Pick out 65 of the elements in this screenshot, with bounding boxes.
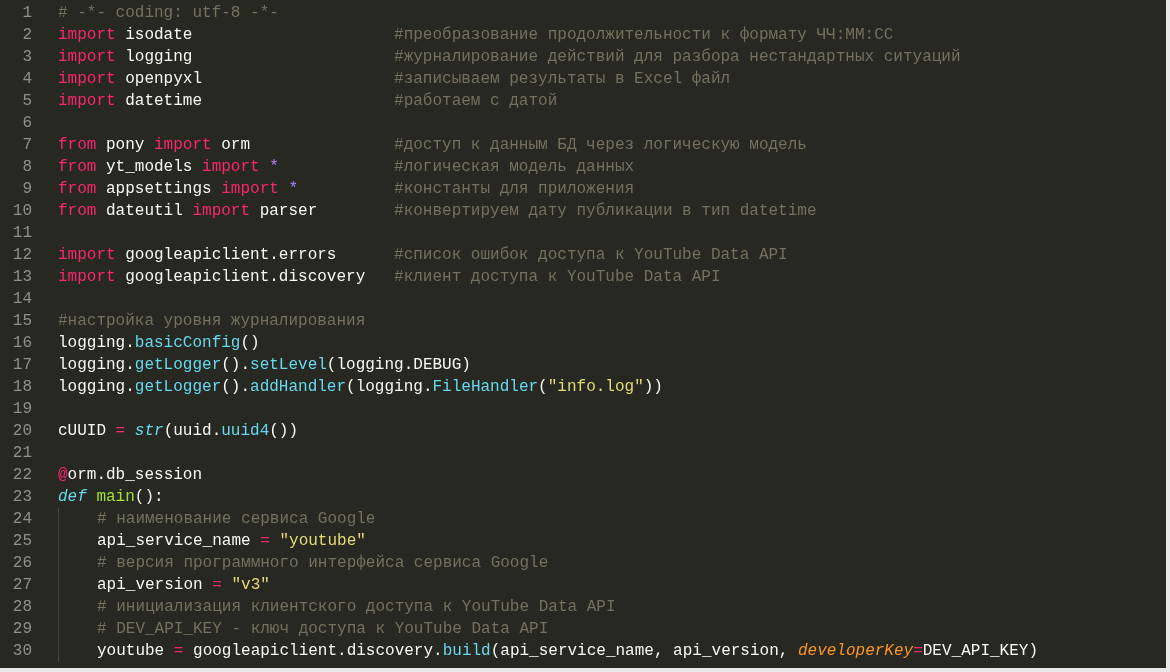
code-line: #настройка уровня журналирования xyxy=(58,311,366,332)
line-number: 9 xyxy=(21,179,32,200)
code-line: from dateutil import parser xyxy=(58,201,319,222)
code-line: from pony import orm xyxy=(58,135,252,156)
code-line: cUUID = str(uuid.uuid4()) xyxy=(58,421,299,442)
line-number: 23 xyxy=(11,487,32,508)
line-number: 30 xyxy=(11,641,32,662)
line-number: 16 xyxy=(11,333,32,354)
code-comment: #список ошибок доступа к YouTube Data API xyxy=(394,245,788,266)
code-line: from yt_models import * xyxy=(58,157,280,178)
code-line: # инициализация клиентского доступа к YouTube Data API xyxy=(97,597,616,618)
line-number: 4 xyxy=(21,69,32,90)
line-number: 29 xyxy=(11,619,32,640)
line-number: 8 xyxy=(21,157,32,178)
line-number: 28 xyxy=(11,597,32,618)
code-line: logging.basicConfig() xyxy=(58,333,260,354)
line-number: 17 xyxy=(11,355,32,376)
code-comment: #клиент доступа к YouTube Data API xyxy=(394,267,721,288)
code-line: @orm.db_session xyxy=(58,465,203,486)
code-line: from appsettings import * xyxy=(58,179,300,200)
code-line: def main(): xyxy=(58,487,164,508)
line-number: 19 xyxy=(11,399,32,420)
line-number: 12 xyxy=(11,245,32,266)
line-number: 14 xyxy=(11,289,32,310)
line-number: 5 xyxy=(21,91,32,112)
code-comment: #конвертируем дату публикации в тип datetime xyxy=(394,201,817,222)
code-line: import isodate xyxy=(58,25,194,46)
line-number: 13 xyxy=(11,267,32,288)
line-number: 3 xyxy=(21,47,32,68)
code-line: logging.getLogger().setLevel(logging.DEBUG) xyxy=(58,355,471,376)
code-line: youtube = googleapiclient.discovery.build(api_service_name, api_version, developerKey=DEV_API_KEY) xyxy=(97,641,1038,662)
code-comment: #работаем с датой xyxy=(394,91,558,112)
code-line: import datetime xyxy=(58,91,204,112)
code-line: # версия программного интерфейса сервиса Google xyxy=(97,553,549,574)
line-number: 27 xyxy=(11,575,32,596)
code-line: import logging xyxy=(58,47,194,68)
line-number: 15 xyxy=(11,311,32,332)
code-comment: #константы для приложения xyxy=(394,179,635,200)
code-line: import openpyxl xyxy=(58,69,204,90)
line-number: 25 xyxy=(11,531,32,552)
line-number: 26 xyxy=(11,553,32,574)
line-number: 10 xyxy=(11,201,32,222)
line-number: 21 xyxy=(11,443,32,464)
code-line: # -*- coding: utf-8 -*- xyxy=(58,3,279,24)
line-number: 2 xyxy=(21,25,32,46)
code-line: import googleapiclient.discovery xyxy=(58,267,367,288)
code-comment: #журналирование действий для разбора нестандартных ситуаций xyxy=(394,47,961,68)
line-number: 24 xyxy=(11,509,32,530)
code-line: api_service_name = "youtube" xyxy=(97,531,366,552)
code-line: # DEV_API_KEY - ключ доступа к YouTube Data API xyxy=(97,619,549,640)
code-comment: #записываем результаты в Excel файл xyxy=(394,69,731,90)
line-number: 11 xyxy=(11,223,32,244)
code-line: logging.getLogger().addHandler(logging.FileHandler("info.log")) xyxy=(58,377,663,398)
code-comment: #логическая модель данных xyxy=(394,157,635,178)
code-line: api_version = "v3" xyxy=(97,575,270,596)
line-number: 20 xyxy=(11,421,32,442)
line-number: 22 xyxy=(11,465,32,486)
line-number: 6 xyxy=(21,113,32,134)
code-comment: #преобразование продолжительности к формату ЧЧ:ММ:СС xyxy=(394,25,894,46)
line-number: 18 xyxy=(11,377,32,398)
code-line: import googleapiclient.errors xyxy=(58,245,338,266)
line-number: 1 xyxy=(21,3,32,24)
code-line: # наименование сервиса Google xyxy=(97,509,376,530)
code-comment: #доступ к данным БД через логическую модель xyxy=(394,135,807,156)
line-number: 7 xyxy=(21,135,32,156)
